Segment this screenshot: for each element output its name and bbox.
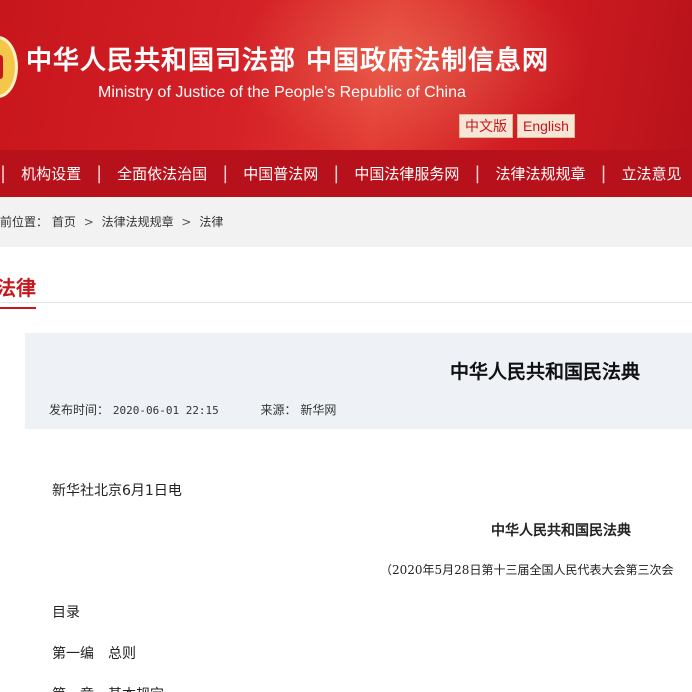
article-info-box: 中华人民共和国民法典 发布时间： 2020-06-01 22:15 来源： 新华… [25,333,692,429]
language-switch: 中文版 English [459,114,575,138]
nav-item-organization[interactable]: 机构设置 [6,163,96,184]
site-title[interactable]: 中华人民共和国司法部 中国政府法制信息网 [26,40,549,77]
breadcrumb-prefix: 当前位置： [0,215,49,229]
chapter-one-heading: 第一章 基本规定 [52,684,164,692]
breadcrumb-separator: > [83,215,94,229]
source-label: 来源： [260,403,297,417]
lang-english-button[interactable]: English [517,114,575,138]
breadcrumb-laws[interactable]: 法律 [199,215,223,229]
nav-item-legal-services[interactable]: 中国法律服务网 [339,163,474,184]
adoption-note: （2020年5月28日第十三届全国人民代表大会第三次会 [380,563,674,577]
ministry-emblem-icon[interactable] [0,36,18,98]
section-title: 法律 [0,272,36,309]
lang-chinese-button[interactable]: 中文版 [459,114,513,138]
breadcrumb-home[interactable]: 首页 [52,215,76,229]
breadcrumb-separator: > [181,215,192,229]
site-header: 中华人民共和国司法部 中国政府法制信息网 Ministry of Justice… [0,0,692,150]
breadcrumb-laws-regulations[interactable]: 法律法规规章 [102,215,174,229]
article-body: 新华社北京6月1日电 中华人民共和国民法典 （2020年5月28日第十三届全国人… [0,430,692,692]
publish-time-label: 发布时间： [49,403,110,417]
site-subtitle: Ministry of Justice of the People’s Repu… [98,84,466,101]
main-nav: | 机构设置 | 全面依法治国 | 中国普法网 | 中国法律服务网 | 法律法规… [0,150,692,197]
article-meta: 发布时间： 2020-06-01 22:15 来源： 新华网 [49,401,336,418]
nav-item-laws-regulations[interactable]: 法律法规规章 [480,163,600,184]
nav-item-rule-of-law[interactable]: 全面依法治国 [102,163,222,184]
publish-time: 2020-06-01 22:15 [112,404,219,417]
breadcrumb: 当前位置： 首页 > 法律法规规章 > 法律 [0,197,692,247]
article-title: 中华人民共和国民法典 [450,361,641,383]
nav-item-legislative-opinions[interactable]: 立法意见 [607,163,692,184]
nav-item-legal-education[interactable]: 中国普法网 [228,163,333,184]
table-of-contents-heading: 目录 [52,605,80,621]
part-one-heading: 第一编 总则 [52,646,136,662]
section-header: 法律 [0,248,692,309]
dateline: 新华社北京6月1日电 [52,483,182,499]
source-value: 新华网 [300,403,337,417]
law-title: 中华人民共和国民法典 [491,523,631,539]
